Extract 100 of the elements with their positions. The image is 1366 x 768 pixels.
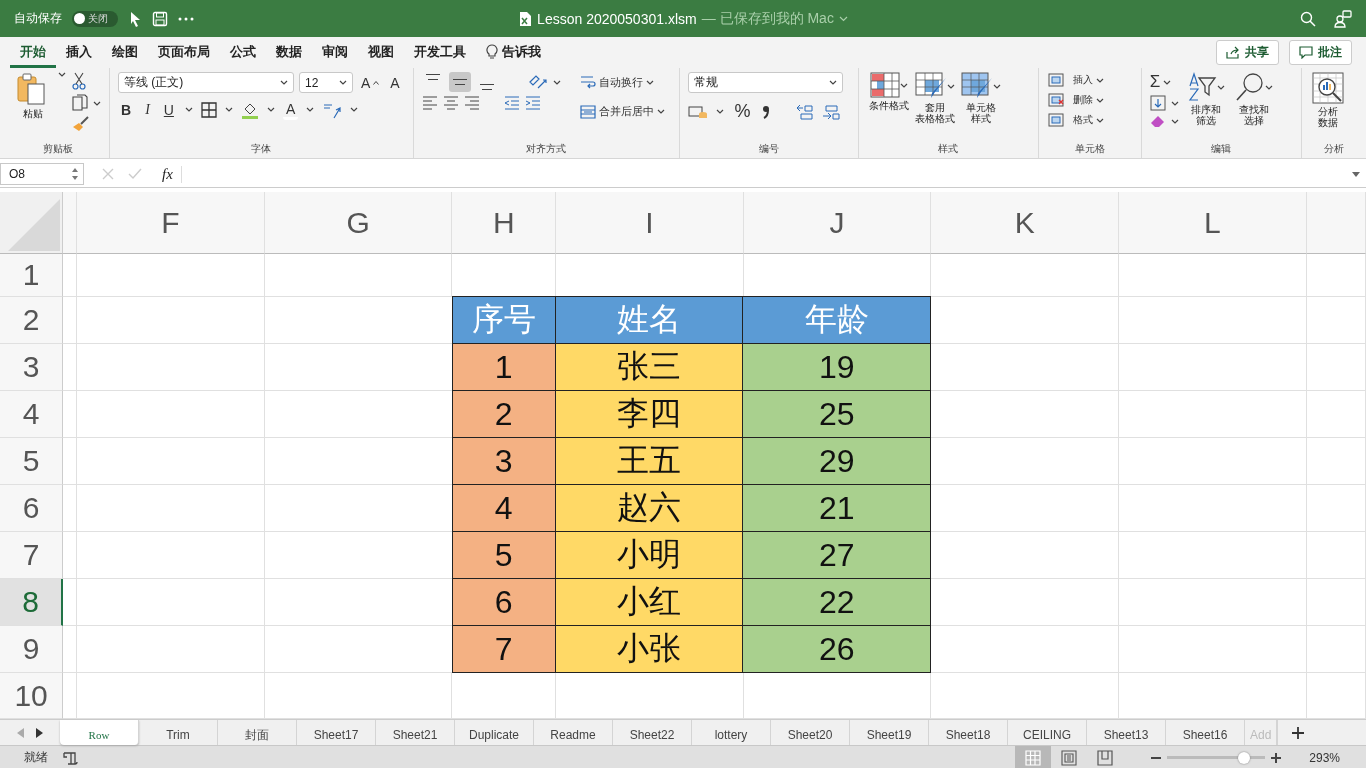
chevron-icon[interactable]: [838, 15, 848, 22]
align-left-icon[interactable]: [421, 96, 438, 110]
sheet-tab[interactable]: Sheet21: [376, 720, 455, 745]
check-icon[interactable]: [128, 168, 142, 180]
sheet-tab[interactable]: Sheet16: [1166, 720, 1245, 745]
sheet-tab[interactable]: Trim: [139, 720, 218, 745]
row-header[interactable]: 9: [0, 626, 64, 673]
eraser-icon[interactable]: [1149, 114, 1166, 128]
zoom-out-icon[interactable]: [1151, 756, 1162, 759]
ribbon-tab[interactable]: 视图: [358, 37, 404, 68]
ribbon-tab[interactable]: 绘图: [102, 37, 148, 68]
copy-icon[interactable]: [72, 94, 88, 112]
zoom-in-icon[interactable]: [1271, 752, 1282, 763]
sheet-tab[interactable]: Row: [60, 720, 139, 745]
column-header[interactable]: K: [931, 192, 1120, 254]
ribbon-tab[interactable]: 开发工具: [404, 37, 476, 68]
sheet-tab[interactable]: Sheet22: [613, 720, 692, 745]
sheet-tab[interactable]: CEILING: [1008, 720, 1087, 745]
sheet-tab[interactable]: lottery: [692, 720, 771, 745]
column-header[interactable]: J: [743, 192, 932, 254]
row-header[interactable]: 2: [0, 297, 64, 344]
row-header[interactable]: 5: [0, 438, 64, 485]
zoom-slider-thumb[interactable]: [1237, 751, 1250, 764]
name-box[interactable]: O8: [0, 163, 84, 185]
row-header[interactable]: 8: [0, 579, 64, 626]
font-name-dropdown[interactable]: 等线 (正文): [118, 72, 294, 93]
pointer-icon[interactable]: [128, 10, 142, 27]
tell-me-button[interactable]: 告诉我: [476, 37, 551, 68]
comment-button[interactable]: 批注: [1289, 40, 1352, 65]
column-header[interactable]: I: [556, 192, 744, 254]
borders-icon[interactable]: [200, 101, 217, 118]
decrease-indent-icon[interactable]: [503, 96, 520, 110]
expand-icon[interactable]: [1352, 171, 1360, 177]
more-icon[interactable]: [178, 16, 194, 21]
comma-style-icon[interactable]: [761, 104, 770, 119]
increase-decimal-icon[interactable]: [795, 103, 814, 120]
delete-cells-button[interactable]: 删除: [1046, 92, 1105, 108]
accounting-icon[interactable]: [687, 103, 708, 120]
number-format-dropdown[interactable]: 常规: [687, 72, 843, 93]
sheet-tab[interactable]: Sheet13: [1087, 720, 1166, 745]
ribbon-tab[interactable]: 插入: [56, 37, 102, 68]
row-header[interactable]: 10: [0, 673, 64, 719]
insert-function-button[interactable]: fx: [162, 165, 182, 183]
sheet-tab[interactable]: Sheet20: [771, 720, 850, 745]
cut-icon[interactable]: [72, 72, 86, 90]
format-cells-button[interactable]: 格式: [1046, 112, 1105, 128]
next-sheet-icon[interactable]: [36, 727, 43, 738]
stepper-icon[interactable]: [71, 167, 79, 181]
font-size-dropdown[interactable]: 12: [299, 72, 353, 93]
paste-button[interactable]: 粘贴: [14, 72, 52, 142]
row-header[interactable]: 4: [0, 391, 64, 438]
format-painter-icon[interactable]: [72, 116, 90, 132]
row-header[interactable]: 1: [0, 254, 64, 297]
sheet-tab[interactable]: Duplicate: [455, 720, 534, 745]
people-icon[interactable]: [1334, 9, 1352, 28]
orientation-icon[interactable]: [527, 74, 548, 90]
fill-down-icon[interactable]: [1149, 95, 1166, 111]
vertical-align-button[interactable]: [448, 72, 471, 92]
column-header[interactable]: L: [1119, 192, 1307, 254]
column-header[interactable]: G: [264, 192, 453, 254]
sheet-tab[interactable]: 封面: [218, 720, 297, 745]
sheet-tab[interactable]: Sheet17: [297, 720, 376, 745]
wrap-text-button[interactable]: 自动换行: [576, 72, 668, 92]
column-header[interactable]: F: [77, 192, 265, 254]
autosum-button[interactable]: Σ: [1149, 72, 1179, 92]
bold-button[interactable]: B: [118, 99, 135, 120]
sheet-tab[interactable]: Sheet18: [929, 720, 1008, 745]
italic-button[interactable]: I: [142, 99, 153, 120]
autosave-toggle[interactable]: 关闭: [72, 10, 118, 27]
decrease-font-size-button[interactable]: A: [387, 72, 403, 93]
sheet-tab[interactable]: Readme: [534, 720, 613, 745]
cell-styles-button[interactable]: 单元格 样式: [959, 72, 1004, 142]
share-button[interactable]: 共享: [1216, 40, 1279, 65]
sort-filter-button[interactable]: 排序和 筛选: [1184, 72, 1227, 142]
percent-style-button[interactable]: %: [731, 99, 754, 124]
row-header[interactable]: 3: [0, 344, 64, 391]
align-center-icon[interactable]: [442, 96, 459, 110]
row-header[interactable]: 6: [0, 485, 64, 532]
ribbon-tab[interactable]: 数据: [266, 37, 312, 68]
merge-center-button[interactable]: 合并后居中: [576, 102, 668, 121]
increase-indent-icon[interactable]: [524, 96, 541, 110]
decrease-decimal-icon[interactable]: [821, 103, 840, 120]
macro-icon[interactable]: [62, 749, 78, 766]
conditional-formatting-button[interactable]: 条件格式: [867, 72, 912, 142]
save-icon[interactable]: [152, 10, 168, 27]
underline-button[interactable]: U: [160, 99, 177, 120]
align-right-icon[interactable]: [463, 96, 480, 110]
increase-font-size-button[interactable]: A: [358, 72, 383, 93]
search-icon[interactable]: [1300, 10, 1316, 27]
analyze-data-button[interactable]: 分析 数据: [1310, 72, 1347, 142]
add-sheet-icon[interactable]: [1292, 726, 1304, 739]
row-header[interactable]: 7: [0, 532, 64, 579]
find-select-button[interactable]: 查找和 选择: [1232, 72, 1275, 142]
sheet-tab[interactable]: Sheet19: [850, 720, 929, 745]
font-color-button[interactable]: A: [282, 99, 299, 120]
column-header[interactable]: H: [452, 192, 557, 254]
ribbon-tab[interactable]: 页面布局: [148, 37, 220, 68]
ribbon-tab[interactable]: 公式: [220, 37, 266, 68]
insert-cells-button[interactable]: 插入: [1046, 72, 1105, 88]
format-as-table-button[interactable]: 套用 表格格式: [913, 72, 958, 142]
